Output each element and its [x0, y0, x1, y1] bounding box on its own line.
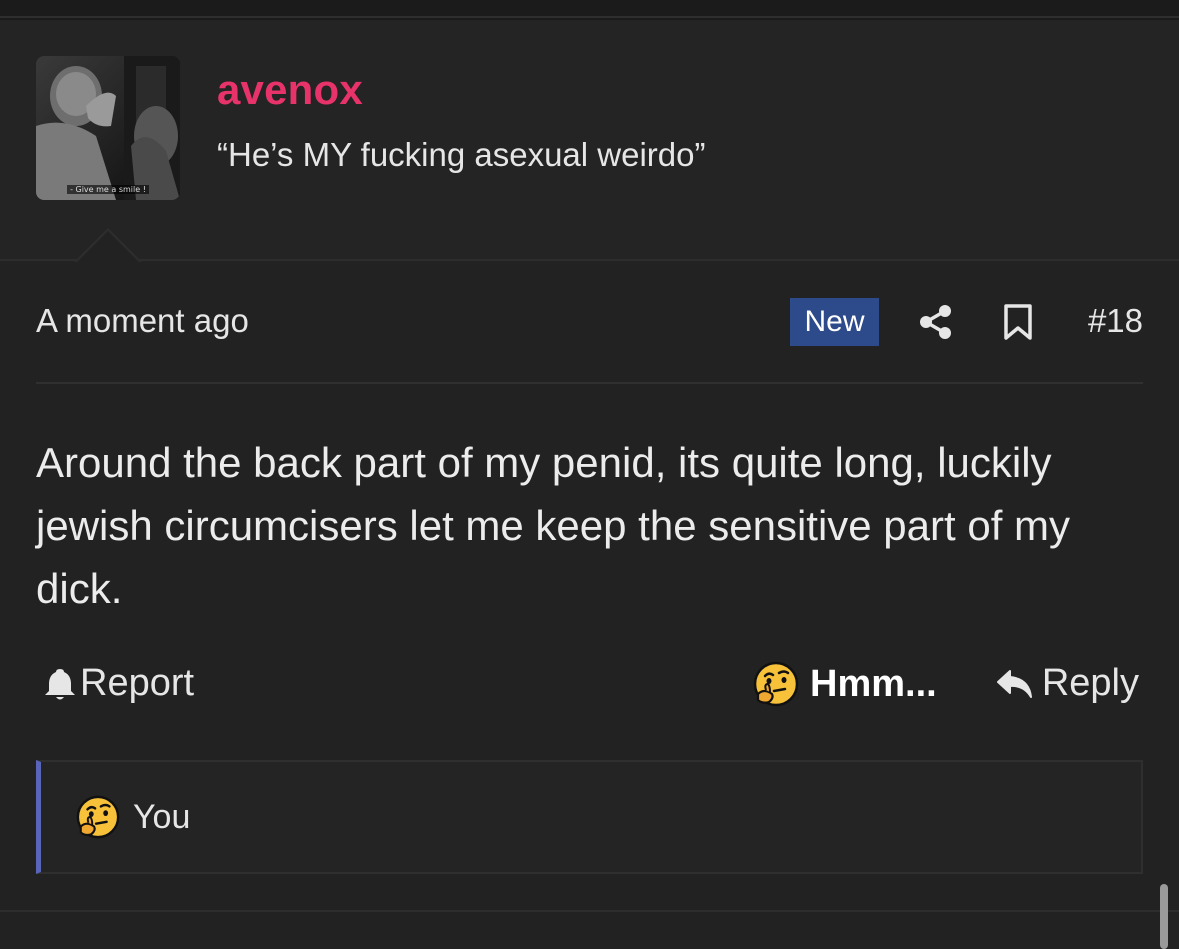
post-actions: Report Hmm... Reply [36, 660, 1143, 712]
next-post-area [0, 912, 1179, 949]
new-badge: New [790, 298, 879, 346]
user-title: “He’s MY fucking asexual weirdo” [217, 136, 706, 173]
user-header: - Give me a smile ! avenox “He’s MY fuck… [0, 20, 1179, 261]
scrollbar[interactable] [1160, 884, 1168, 949]
header-caret-fill [76, 231, 140, 263]
bookmark-icon[interactable] [1002, 304, 1034, 340]
report-label: Report [80, 662, 195, 704]
thinking-face-emoji-icon [753, 661, 799, 707]
share-icon[interactable] [918, 304, 954, 340]
meta-divider [36, 382, 1143, 384]
bell-icon [45, 668, 75, 699]
post-card: - Give me a smile ! avenox “He’s MY fuck… [0, 20, 1179, 910]
reaction-label: Hmm... [810, 662, 937, 705]
reply-button[interactable]: Reply [996, 662, 1139, 705]
reply-arrow-icon [996, 669, 1032, 698]
top-separator [0, 0, 1179, 18]
reaction-user-name: You [133, 797, 191, 836]
post-timestamp[interactable]: A moment ago [36, 302, 249, 340]
avatar-caption: - Give me a smile ! [36, 185, 180, 194]
reaction-user-list[interactable]: You [75, 794, 190, 840]
reply-label: Reply [1041, 662, 1139, 704]
thinking-face-emoji-icon [76, 795, 120, 839]
post-number[interactable]: #18 [1088, 302, 1143, 340]
reactions-bar[interactable]: You [36, 760, 1143, 874]
post-body: Around the back part of my penid, its qu… [36, 439, 1071, 612]
post-meta: A moment ago New #18 [36, 298, 1143, 348]
avatar[interactable]: - Give me a smile ! [36, 56, 180, 200]
username[interactable]: avenox [217, 66, 363, 114]
reaction-button[interactable]: Hmm... [752, 660, 937, 708]
avatar-image [36, 56, 180, 200]
report-button[interactable]: Report [44, 662, 194, 705]
